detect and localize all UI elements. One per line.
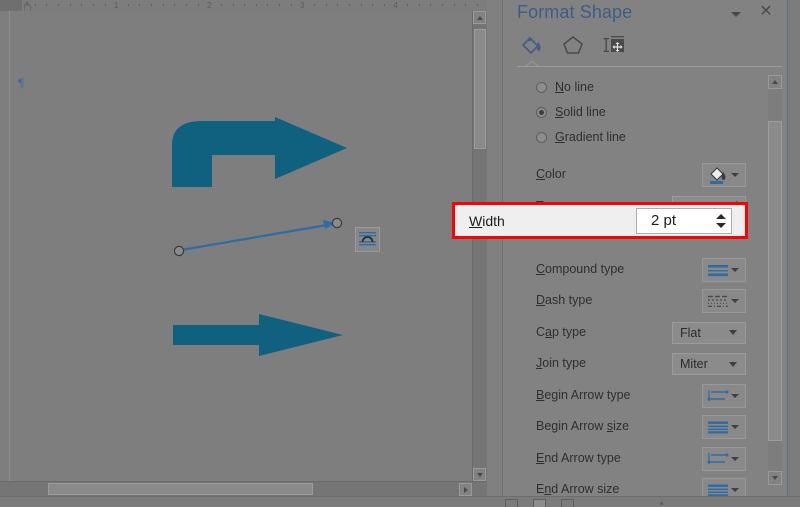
join-type-dropdown-row: Join type Miter xyxy=(503,352,788,378)
cap-type-dropdown[interactable]: Flat xyxy=(672,321,746,344)
chevron-down-icon[interactable] xyxy=(731,456,739,461)
width-stepper[interactable] xyxy=(711,209,731,233)
panel-scroll-down-icon[interactable] xyxy=(768,471,782,485)
end-arrow-type-icon xyxy=(707,450,729,468)
scroll-up-icon[interactable] xyxy=(473,11,486,24)
width-accesskey: W xyxy=(469,212,483,229)
dash-type-icon xyxy=(707,292,729,310)
chevron-down-icon[interactable] xyxy=(729,330,737,335)
radio-icon[interactable] xyxy=(536,131,547,143)
dash-type-dropdown[interactable] xyxy=(702,289,746,313)
chevron-down-icon[interactable] xyxy=(731,425,739,429)
web-layout-icon[interactable] xyxy=(561,499,574,507)
selected-line-shape[interactable] xyxy=(170,211,350,261)
chevron-down-icon[interactable] xyxy=(731,299,739,303)
panel-scroll-up-icon[interactable] xyxy=(768,75,782,89)
horizontal-scroll-thumb[interactable] xyxy=(48,483,313,495)
chevron-down-icon[interactable] xyxy=(728,6,744,22)
scroll-down-icon[interactable] xyxy=(473,468,486,481)
format-shape-panel: Format Shape ✕ No line Solid line Gradie… xyxy=(502,0,788,502)
line-option-gradient-line[interactable]: Gradient line xyxy=(536,128,626,146)
end-arrow-size-dropdown-label: End Arrow size xyxy=(536,482,620,496)
chevron-down-icon[interactable] xyxy=(731,488,739,492)
plain-arrow-shape[interactable] xyxy=(173,314,343,356)
effects-tab[interactable] xyxy=(558,32,588,58)
end-arrow-type-dropdown-label: End Arrow type xyxy=(536,450,621,465)
line-option-solid-line[interactable]: Solid line xyxy=(536,103,606,121)
width-label-rest: idth xyxy=(482,212,505,229)
chevron-down-icon[interactable] xyxy=(731,173,739,177)
line-option-no-line[interactable]: No line xyxy=(536,78,594,96)
indent-marker-icon[interactable] xyxy=(23,1,32,11)
status-bar xyxy=(0,496,800,507)
width-value[interactable]: 2 pt xyxy=(637,212,711,229)
print-layout-icon[interactable] xyxy=(533,499,546,507)
line-option-label: Solid line xyxy=(555,105,606,119)
vertical-scroll-thumb[interactable] xyxy=(474,29,486,149)
stepper-up-icon[interactable] xyxy=(716,213,726,219)
panel-tabs xyxy=(503,30,788,60)
line-option-label: No line xyxy=(555,80,594,94)
chevron-down-icon[interactable] xyxy=(731,267,739,272)
cap-type-dropdown-row: Cap type Flat xyxy=(503,321,788,347)
color-dropdown[interactable] xyxy=(702,163,746,187)
join-type-dropdown-value: Miter xyxy=(680,357,708,371)
begin-arrow-type-dropdown[interactable] xyxy=(702,383,746,408)
paragraph-mark: ¶ xyxy=(18,75,24,90)
end-arrow-type-dropdown[interactable] xyxy=(702,446,746,471)
join-type-dropdown-label: Join type xyxy=(536,356,587,370)
dash-type-dropdown-label: Dash type xyxy=(536,293,593,307)
chevron-down-icon[interactable] xyxy=(731,393,739,398)
window-right-edge xyxy=(787,0,800,496)
end-arrow-type-dropdown-row: End Arrow type xyxy=(503,446,788,473)
fill-and-line-tab[interactable] xyxy=(517,32,547,58)
panel-scroll-thumb[interactable] xyxy=(768,121,782,441)
tab-underline xyxy=(517,61,782,68)
cap-type-dropdown-label: Cap type xyxy=(536,324,587,339)
document-canvas[interactable]: ¶ xyxy=(0,11,487,481)
begin-arrow-size-dropdown-label: Begin Arrow size xyxy=(536,419,630,433)
begin-arrow-type-icon xyxy=(707,387,729,405)
panel-header: Format Shape ✕ xyxy=(503,0,788,30)
color-dropdown-row: Color xyxy=(503,163,788,189)
close-icon[interactable]: ✕ xyxy=(757,3,775,21)
width-spinner[interactable]: 2 pt xyxy=(636,207,732,234)
ruler-ticks: 1234 xyxy=(0,0,487,11)
size-and-properties-tab[interactable] xyxy=(599,32,629,58)
fill-color-icon xyxy=(707,166,729,184)
compound-type-dropdown[interactable] xyxy=(702,257,746,282)
width-label: Width xyxy=(469,213,505,229)
radio-icon[interactable] xyxy=(536,106,547,118)
begin-arrow-size-dropdown[interactable] xyxy=(702,415,746,439)
word-window: 1234 ¶ Format Shape ✕ No line Solid line… xyxy=(0,0,800,507)
stepper-down-icon[interactable] xyxy=(716,222,726,228)
line-option-label: Gradient line xyxy=(555,130,626,144)
document-horizontal-scrollbar[interactable] xyxy=(0,481,487,496)
begin-arrow-size-dropdown-row: Begin Arrow size xyxy=(503,415,788,441)
compound-type-dropdown-row: Compound type xyxy=(503,257,788,284)
compound-type-icon xyxy=(707,261,729,279)
document-vertical-scrollbar[interactable] xyxy=(472,11,487,481)
read-mode-icon[interactable] xyxy=(505,499,518,507)
zoom-slider-handle[interactable] xyxy=(660,502,663,505)
radio-icon[interactable] xyxy=(536,81,547,93)
width-row-highlight: Width 2 pt xyxy=(452,202,748,239)
panel-body: No lineSolid lineGradient lineColorTrans… xyxy=(503,70,788,502)
document-page[interactable]: ¶ xyxy=(9,11,477,481)
begin-arrow-type-dropdown-row: Begin Arrow type xyxy=(503,383,788,410)
begin-arrow-size-icon xyxy=(707,418,729,436)
join-type-dropdown[interactable]: Miter xyxy=(672,353,746,375)
dash-type-dropdown-row: Dash type xyxy=(503,289,788,315)
panel-title: Format Shape xyxy=(517,2,633,22)
panel-vertical-scrollbar[interactable] xyxy=(768,75,782,485)
cap-type-dropdown-value: Flat xyxy=(680,325,701,340)
color-dropdown-label: Color xyxy=(536,167,566,181)
layout-options-icon[interactable] xyxy=(355,227,380,252)
compound-type-dropdown-label: Compound type xyxy=(536,261,625,276)
chevron-down-icon[interactable] xyxy=(729,361,737,367)
scroll-right-icon[interactable] xyxy=(459,483,472,496)
begin-arrow-type-dropdown-label: Begin Arrow type xyxy=(536,387,631,402)
bent-arrow-shape[interactable] xyxy=(172,117,347,187)
